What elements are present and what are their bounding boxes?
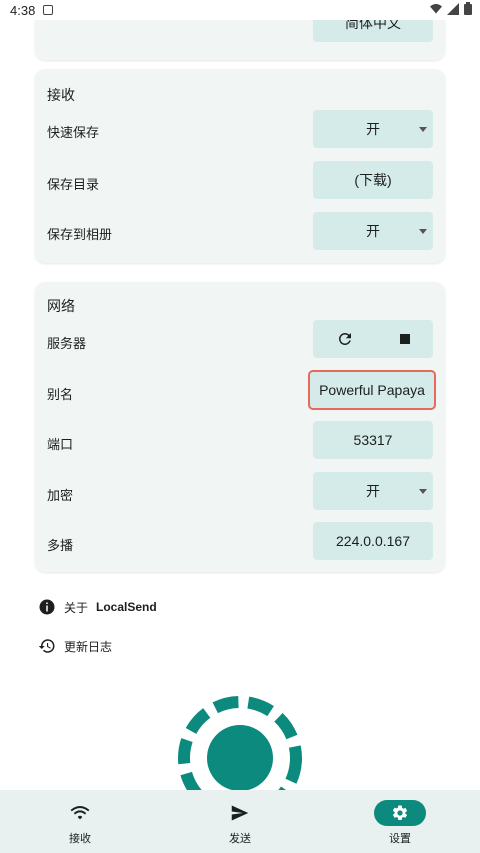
quick-save-select[interactable]: 开 — [313, 110, 433, 148]
gear-icon — [392, 805, 408, 820]
alias-input[interactable]: Powerful Papaya — [308, 370, 436, 410]
save-directory-value: (下载) — [354, 172, 392, 188]
chevron-down-icon — [419, 127, 427, 132]
multicast-label: 多播 — [47, 538, 74, 553]
port-value: 53317 — [353, 432, 393, 448]
save-to-gallery-value: 开 — [366, 223, 380, 239]
server-controls — [313, 320, 433, 358]
about-label: 关于 — [64, 600, 89, 615]
receive-card: 接收 快速保存 开 保存目录 (下载) 保存到相册 开 — [35, 69, 445, 263]
restart-icon[interactable] — [336, 330, 354, 348]
nav-receive-label: 接收 — [69, 833, 91, 845]
encryption-select[interactable]: 开 — [313, 472, 433, 510]
history-icon — [38, 639, 55, 653]
multicast-input[interactable]: 224.0.0.167 — [313, 522, 433, 560]
nav-send-label: 发送 — [229, 833, 251, 845]
alias-value: Powerful Papaya — [319, 382, 425, 398]
quick-save-label: 快速保存 — [47, 125, 100, 140]
nav-receive-icon-wrap — [54, 800, 106, 826]
nav-settings[interactable]: 设置 — [320, 790, 480, 853]
encryption-label: 加密 — [47, 488, 74, 503]
wifi-signal-icon — [430, 3, 442, 13]
localsend-logo — [178, 696, 302, 790]
status-bar: 4:38 — [0, 0, 480, 20]
nav-settings-label: 设置 — [389, 833, 411, 845]
about-link[interactable]: 关于 LocalSend — [38, 598, 157, 616]
encryption-value: 开 — [366, 483, 380, 499]
chevron-down-icon — [419, 489, 427, 494]
battery-icon — [464, 2, 472, 15]
cell-signal-icon — [447, 2, 459, 15]
general-card: 简体中文 — [35, 20, 445, 60]
changelog-link[interactable]: 更新日志 — [38, 637, 112, 655]
changelog-label: 更新日志 — [64, 639, 113, 654]
status-icons — [430, 2, 472, 15]
stop-icon[interactable] — [399, 333, 411, 345]
save-directory-label: 保存目录 — [47, 177, 100, 192]
language-value: 简体中文 — [345, 20, 401, 31]
save-to-gallery-label: 保存到相册 — [47, 227, 113, 242]
nav-send[interactable]: 发送 — [160, 790, 320, 853]
nav-send-icon-wrap — [214, 800, 266, 826]
language-select[interactable]: 简体中文 — [313, 20, 433, 42]
nav-settings-icon-wrap — [374, 800, 426, 826]
receive-card-title: 接收 — [47, 87, 75, 103]
notification-icon — [43, 5, 54, 15]
save-directory-button[interactable]: (下载) — [313, 161, 433, 199]
port-label: 端口 — [47, 437, 74, 452]
wifi-icon — [70, 806, 90, 820]
multicast-value: 224.0.0.167 — [336, 533, 410, 549]
save-to-gallery-select[interactable]: 开 — [313, 212, 433, 250]
network-card-title: 网络 — [47, 298, 75, 314]
chevron-down-icon — [419, 229, 427, 234]
bottom-navigation: 接收 发送 设置 — [0, 790, 480, 853]
quick-save-value: 开 — [366, 121, 380, 137]
send-icon — [231, 805, 249, 821]
server-label: 服务器 — [47, 336, 87, 351]
info-icon — [39, 599, 55, 615]
status-time: 4:38 — [10, 2, 36, 18]
about-app-name: LocalSend — [96, 600, 157, 614]
settings-content[interactable]: 简体中文 接收 快速保存 开 保存目录 (下载) 保存到相册 开 网络 服务器 — [0, 20, 480, 790]
alias-label: 别名 — [47, 387, 74, 402]
port-input[interactable]: 53317 — [313, 421, 433, 459]
network-card: 网络 服务器 别名 Powerful Papaya 端口 53317 加密 开 … — [35, 282, 445, 572]
nav-receive[interactable]: 接收 — [0, 790, 160, 853]
